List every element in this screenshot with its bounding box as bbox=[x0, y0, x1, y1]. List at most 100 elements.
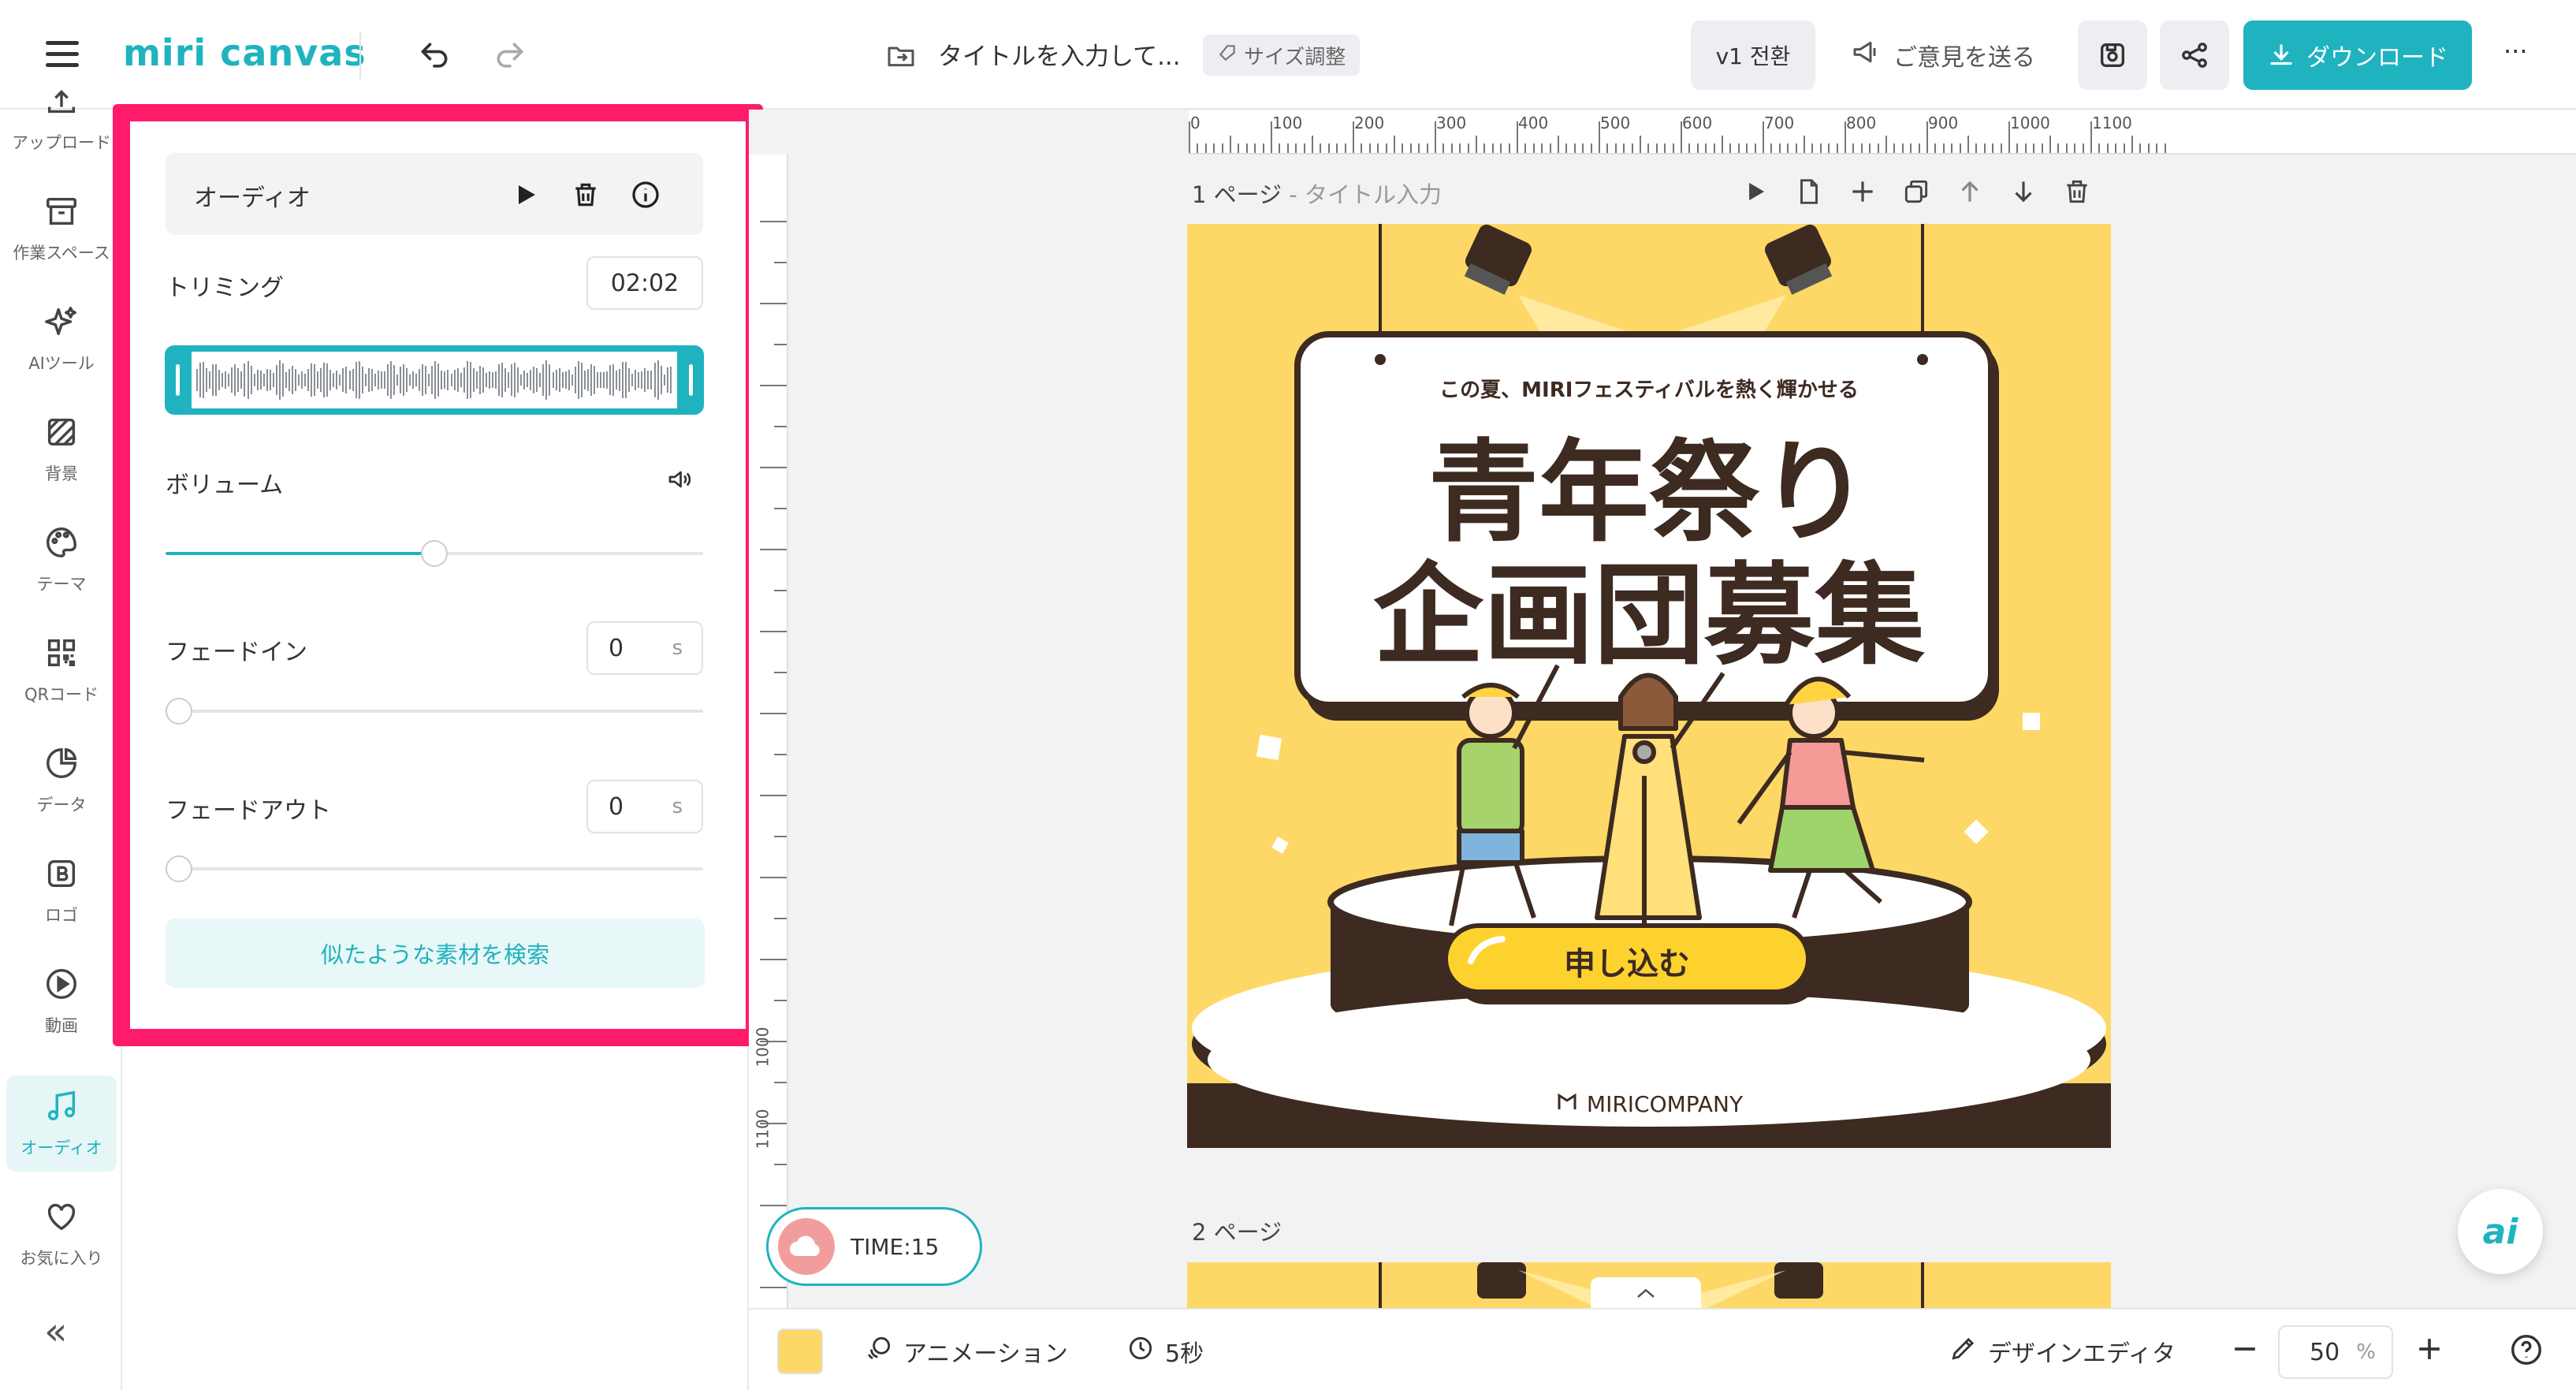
rail-item-audio[interactable]: オーディオ bbox=[6, 1075, 117, 1172]
waveform-bar bbox=[657, 360, 659, 400]
page-1-label: 1 ページ - タイトル入力 bbox=[1192, 177, 1442, 210]
waveform-bar bbox=[348, 371, 351, 389]
size-adjust-button[interactable]: サイズ調整 bbox=[1203, 35, 1361, 76]
rail-item-data[interactable]: データ bbox=[6, 732, 117, 829]
waveform-bar bbox=[444, 371, 446, 389]
background-color-swatch[interactable] bbox=[777, 1329, 823, 1374]
waveform-bar bbox=[564, 371, 567, 389]
waveform-bar bbox=[285, 371, 287, 389]
fade-out-slider-handle[interactable] bbox=[166, 855, 192, 882]
add-page-icon[interactable] bbox=[1848, 177, 1878, 210]
menu-icon[interactable] bbox=[46, 41, 79, 68]
audio-trim-waveform[interactable] bbox=[165, 345, 704, 415]
play-icon[interactable] bbox=[1740, 177, 1770, 210]
help-icon[interactable] bbox=[2508, 1332, 2544, 1371]
zoom-input[interactable]: 50 % bbox=[2278, 1325, 2393, 1379]
duplicate-icon[interactable] bbox=[1901, 177, 1931, 210]
speaker-icon[interactable] bbox=[662, 462, 697, 497]
rail-item-upload[interactable]: アップロード bbox=[6, 70, 117, 166]
zoom-in-icon[interactable] bbox=[2412, 1332, 2447, 1370]
timer-badge[interactable]: TIME:15 bbox=[766, 1207, 982, 1286]
volume-slider-handle[interactable] bbox=[421, 540, 448, 567]
design-title-line2[interactable]: 企画団募集 bbox=[1187, 553, 2111, 680]
expand-pages-button[interactable] bbox=[1591, 1277, 1701, 1309]
document-title[interactable]: タイトルを入力して... bbox=[938, 36, 1181, 72]
trim-start-handle[interactable] bbox=[176, 364, 180, 396]
waveform-bar bbox=[628, 367, 631, 393]
rail-item-logo[interactable]: ロゴ bbox=[6, 843, 117, 939]
rail-item-ai-tools[interactable]: AIツール bbox=[6, 291, 117, 387]
ruler-tick bbox=[1394, 136, 1395, 153]
ruler-tick bbox=[1664, 143, 1666, 153]
waveform-bar bbox=[314, 363, 316, 397]
design-editor-button[interactable]: デザインエディタ bbox=[1949, 1333, 2176, 1370]
ai-assistant-button[interactable]: ai bbox=[2458, 1189, 2543, 1274]
ruler-tick bbox=[760, 385, 787, 386]
collapse-rail-icon[interactable]: « bbox=[44, 1310, 67, 1354]
ruler-tick bbox=[1681, 121, 1682, 153]
design-page-1[interactable]: この夏、MIRIフェスティバルを熱く輝かせる 青年祭り 企画団募集 申し込む M… bbox=[1187, 224, 2111, 1148]
volume-slider[interactable] bbox=[166, 540, 703, 567]
rail-item-theme[interactable]: テーマ bbox=[6, 512, 117, 608]
rail-item-favorites[interactable]: お気に入り bbox=[6, 1186, 117, 1282]
app-logo[interactable]: miri canvas bbox=[123, 32, 367, 74]
zoom-out-icon[interactable] bbox=[2228, 1332, 2262, 1370]
trim-duration-field[interactable]: 02:02 bbox=[586, 256, 703, 310]
ruler-tick bbox=[1623, 143, 1625, 153]
fade-in-input[interactable]: 0 s bbox=[586, 621, 703, 675]
trim-end-handle[interactable] bbox=[689, 364, 693, 396]
waveform-bar bbox=[288, 368, 290, 392]
waveform-bar bbox=[215, 364, 218, 396]
design-subtitle[interactable]: この夏、MIRIフェスティバルを熱く輝かせる bbox=[1187, 374, 2111, 403]
v1-switch-button[interactable]: v1 전환 bbox=[1691, 20, 1815, 90]
design-cta[interactable]: 申し込む bbox=[1446, 938, 1808, 984]
undo-icon[interactable] bbox=[413, 35, 456, 77]
ruler-tick bbox=[1491, 143, 1494, 153]
redo-icon[interactable] bbox=[489, 35, 531, 77]
ruler-tick bbox=[2156, 143, 2158, 153]
ruler-tick bbox=[1565, 143, 1568, 153]
waveform-bar bbox=[244, 363, 246, 397]
waveform-bar bbox=[527, 373, 529, 387]
divider bbox=[359, 32, 361, 79]
design-brand[interactable]: MIRICOMPANY bbox=[1187, 1090, 2111, 1119]
search-similar-button[interactable]: 似たような素材を検索 bbox=[166, 919, 705, 988]
ruler-label: 500 bbox=[1600, 114, 1631, 132]
more-menu-button[interactable]: ··· bbox=[2503, 36, 2528, 66]
move-up-icon[interactable] bbox=[1955, 177, 1985, 210]
ruler-tick bbox=[1286, 143, 1289, 153]
page-icon[interactable] bbox=[1794, 177, 1824, 210]
rail-item-background[interactable]: 背景 bbox=[6, 401, 117, 497]
play-icon[interactable] bbox=[506, 175, 545, 214]
trash-icon[interactable] bbox=[2062, 177, 2092, 210]
share-button[interactable] bbox=[2160, 20, 2229, 90]
fade-out-slider[interactable] bbox=[166, 855, 703, 882]
rail-item-video[interactable]: 動画 bbox=[6, 953, 117, 1049]
fade-in-slider-handle[interactable] bbox=[166, 698, 192, 725]
ruler-tick bbox=[1770, 143, 1773, 153]
download-button[interactable]: ダウンロード bbox=[2243, 20, 2472, 90]
fade-in-slider[interactable] bbox=[166, 698, 703, 725]
feedback-button[interactable]: ご意見を送る bbox=[1851, 36, 2035, 74]
trash-icon[interactable] bbox=[566, 175, 605, 214]
ruler-tick bbox=[1517, 121, 1518, 153]
fade-out-unit: s bbox=[672, 795, 683, 818]
folder-move-icon[interactable] bbox=[881, 36, 921, 76]
move-down-icon[interactable] bbox=[2008, 177, 2038, 210]
fade-out-input[interactable]: 0 s bbox=[586, 780, 703, 833]
save-button[interactable] bbox=[2078, 20, 2147, 90]
ruler-tick bbox=[1705, 143, 1707, 153]
waveform-bar bbox=[666, 367, 668, 393]
waveform-bar bbox=[606, 371, 609, 389]
duration-button[interactable]: 5秒 bbox=[1126, 1333, 1204, 1370]
animation-button[interactable]: アニメーション bbox=[864, 1333, 1068, 1370]
ruler-tick bbox=[1459, 143, 1461, 153]
rail-item-qr-code[interactable]: QRコード bbox=[6, 622, 117, 718]
waveform-bar bbox=[396, 374, 398, 386]
info-icon[interactable] bbox=[626, 175, 665, 214]
rail-item-workspace[interactable]: 作業スペース bbox=[6, 181, 117, 277]
waveform-bar bbox=[533, 366, 535, 394]
design-title-line1[interactable]: 青年祭り bbox=[1187, 430, 2111, 557]
ruler-label: 900 bbox=[1928, 114, 1959, 132]
ruler-tick bbox=[1967, 136, 1969, 153]
